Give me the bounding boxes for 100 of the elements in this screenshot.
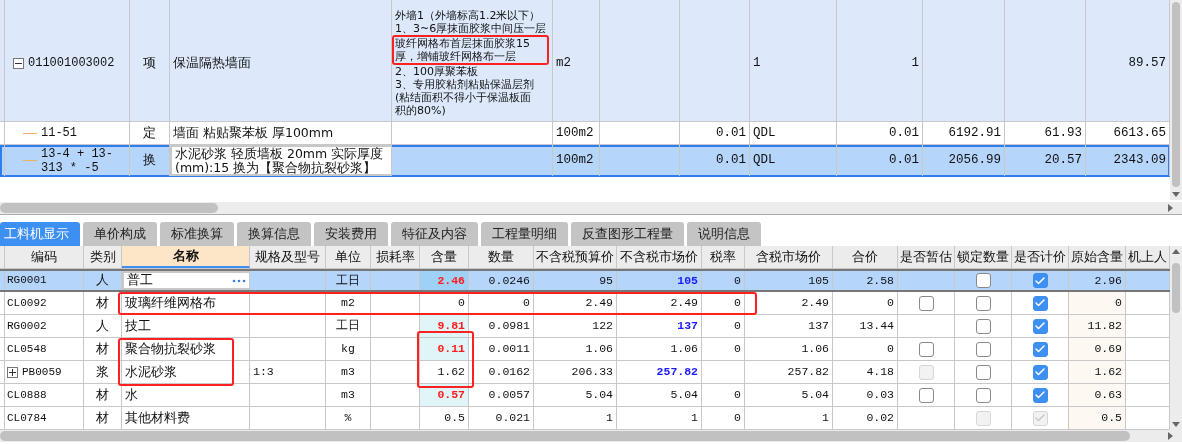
- table-cell-text: m2: [341, 295, 355, 312]
- expand-toggle-icon[interactable]: [7, 366, 18, 378]
- column-header[interactable]: 合价: [833, 246, 898, 268]
- checkbox[interactable]: [975, 295, 991, 311]
- table-row[interactable]: CL0888 材 水 m3 0.57 0.0057 5.04 5.04 0 5.04 0.03 0.63: [0, 384, 1170, 407]
- description-line: 积的80%): [395, 104, 447, 117]
- table-cell-text: PB0059: [22, 364, 62, 380]
- description-line: 厚，增铺玻纤网格布一层: [392, 50, 550, 65]
- table-cell-text: 聚合物抗裂砂浆: [125, 339, 216, 358]
- vertical-scrollbar[interactable]: [1170, 246, 1182, 430]
- table-cell-text: 0.69: [1094, 341, 1122, 358]
- table-cell-text: 1.06: [670, 341, 698, 358]
- tab[interactable]: 单价构成: [83, 222, 157, 246]
- scrollbar-thumb[interactable]: [0, 431, 1130, 441]
- table-cell-text: 1.62: [437, 364, 465, 381]
- table-row[interactable]: RG0002 人 技工 工日 9.81 0.0981 122 137 0 137 13.44 11.82: [0, 315, 1170, 338]
- tab[interactable]: 反查图形工程量: [571, 222, 684, 246]
- table-cell-text: 1.06: [585, 341, 613, 358]
- table-row[interactable]: CL0092 材 玻璃纤维网格布 m2 0 0 2.49 2.49 0 2.49 0 0: [0, 292, 1170, 315]
- checkbox[interactable]: [918, 387, 934, 403]
- table-cell-text: 0: [523, 295, 530, 312]
- scrollbar-thumb[interactable]: [1172, 2, 1180, 187]
- table-cell-text: 材: [96, 293, 109, 312]
- column-header[interactable]: 编码: [5, 246, 84, 268]
- table-cell-text: RG0002: [7, 318, 47, 334]
- scrollbar-thumb[interactable]: [0, 203, 218, 213]
- collapse-toggle-icon[interactable]: [13, 57, 24, 69]
- horizontal-scrollbar[interactable]: [0, 430, 1182, 442]
- table-row[interactable]: RG0001 人 普工 工日 2.46 0.0246 95 105 0 105 2.58 2.96: [0, 269, 1170, 292]
- column-header[interactable]: 含量: [420, 246, 469, 268]
- checkbox[interactable]: [1032, 295, 1048, 311]
- tree-line-icon: [23, 160, 37, 161]
- column-header[interactable]: 锁定数量: [955, 246, 1012, 268]
- table-cell-text: 0: [734, 272, 741, 289]
- column-header[interactable]: 规格及型号: [250, 246, 326, 268]
- scrollbar-thumb[interactable]: [1172, 263, 1180, 313]
- table-cell-text: 水泥砂浆: [125, 362, 177, 381]
- column-header[interactable]: 不含税市场价: [617, 246, 702, 268]
- table-cell-text: m3: [341, 387, 355, 404]
- table-cell-text: 材: [96, 408, 109, 427]
- column-header[interactable]: 含税市场价: [745, 246, 833, 268]
- tab[interactable]: 换算信息: [237, 222, 311, 246]
- checkbox[interactable]: [1032, 273, 1048, 288]
- table-cell-text: 0.021: [495, 410, 530, 427]
- table-cell-text: 材: [96, 339, 109, 358]
- column-header[interactable]: 损耗率: [371, 246, 420, 268]
- checkbox[interactable]: [975, 387, 991, 403]
- tab[interactable]: 工程量明细: [481, 222, 568, 246]
- table-cell-text: 61.93: [1044, 124, 1082, 142]
- table-row[interactable]: 13-4 + 13-313 * -5 换 水泥砂浆 轻质墙板 20mm 实际厚度(mm):15 换为【聚合物抗裂砂浆】 100m2 0.01 QDL 0.01 2056.99 20.57 2343.09: [0, 145, 1170, 177]
- tab[interactable]: 特征及内容: [391, 222, 478, 246]
- table-cell-text: 1: [691, 410, 698, 427]
- table-cell-text: 0: [734, 318, 741, 335]
- checkbox[interactable]: [918, 295, 934, 311]
- horizontal-scrollbar[interactable]: [0, 202, 1182, 215]
- column-header[interactable]: 是否计价: [1012, 246, 1069, 268]
- table-cell-text: 0.11: [437, 341, 465, 358]
- column-header[interactable]: 名称: [122, 246, 250, 268]
- table-cell-text: 89.57: [1128, 54, 1166, 72]
- checkbox[interactable]: [975, 318, 991, 334]
- checkbox[interactable]: [1032, 364, 1048, 380]
- checkbox[interactable]: [975, 273, 991, 288]
- column-header[interactable]: 不含税预算价: [534, 246, 617, 268]
- checkbox[interactable]: [975, 364, 991, 380]
- checkbox[interactable]: [1032, 341, 1048, 357]
- table-cell-text: m3: [341, 364, 355, 381]
- checkbox[interactable]: [918, 341, 934, 357]
- scroll-up-arrow-icon[interactable]: [1172, 249, 1180, 254]
- checkbox[interactable]: [1032, 387, 1048, 403]
- checkbox[interactable]: [1032, 318, 1048, 334]
- checkbox[interactable]: [975, 341, 991, 357]
- table-cell-text: 0: [734, 295, 741, 312]
- tab[interactable]: 说明信息: [687, 222, 761, 246]
- scroll-down-arrow-icon[interactable]: [1172, 192, 1180, 197]
- column-header[interactable]: 数量: [469, 246, 534, 268]
- table-cell-text: 122: [592, 318, 613, 335]
- tab[interactable]: 安装费用: [314, 222, 388, 246]
- table-cell: 人: [96, 271, 109, 290]
- scroll-right-arrow-icon[interactable]: [1168, 432, 1173, 440]
- table-cell-text: 2.96: [1094, 272, 1122, 289]
- column-header[interactable]: 原始含量: [1069, 246, 1126, 268]
- table-row[interactable]: CL0548 材 聚合物抗裂砂浆 kg 0.11 0.0011 1.06 1.06 0 1.06 0 0.69: [0, 338, 1170, 361]
- table-cell-text: 0.63: [1094, 387, 1122, 404]
- table-cell-text: 2343.09: [1113, 152, 1166, 170]
- more-options-icon[interactable]: [232, 278, 246, 283]
- column-header[interactable]: 税率: [702, 246, 745, 268]
- table-cell-text: 0.01: [716, 152, 746, 170]
- table-cell-text: 1: [822, 410, 829, 427]
- table-cell-text: 4.18: [866, 364, 894, 381]
- table-row[interactable]: PB0059 浆 水泥砂浆 1:3 m3 1.62 0.0162 206.33 257.82 257.82 4.18 1.62: [0, 361, 1170, 384]
- table-cell: 11-51: [41, 126, 77, 140]
- table-row[interactable]: 11-51 定 墙面 粘贴聚苯板 厚100mm 100m2 0.01 QDL 0.01 6192.91 61.93 6613.65: [0, 122, 1170, 145]
- table-cell: 保温隔热墙面: [173, 56, 251, 70]
- column-header[interactable]: 单位: [326, 246, 371, 268]
- tab[interactable]: 标准换算: [160, 222, 234, 246]
- table-row[interactable]: 011001003002 项 保温隔热墙面 外墙1（外墙标高1.2米以下） 1、3~6厚抹面胶浆中间压一层 玻纤网格布首层抹面胶浆15 厚，增铺玻纤网格布一层 2、100厚聚苯板 3、专用胶粘剂粘贴保温层剂 (粘结面积不得小于保温板面 积的80%) m2 1 1 89.57: [0, 5, 1170, 122]
- column-header[interactable]: 是否暂估: [898, 246, 955, 268]
- table-cell-text: 0.0246: [488, 272, 530, 289]
- description-line: 2、100厚聚苯板: [395, 65, 479, 78]
- vertical-scrollbar[interactable]: [1170, 0, 1182, 200]
